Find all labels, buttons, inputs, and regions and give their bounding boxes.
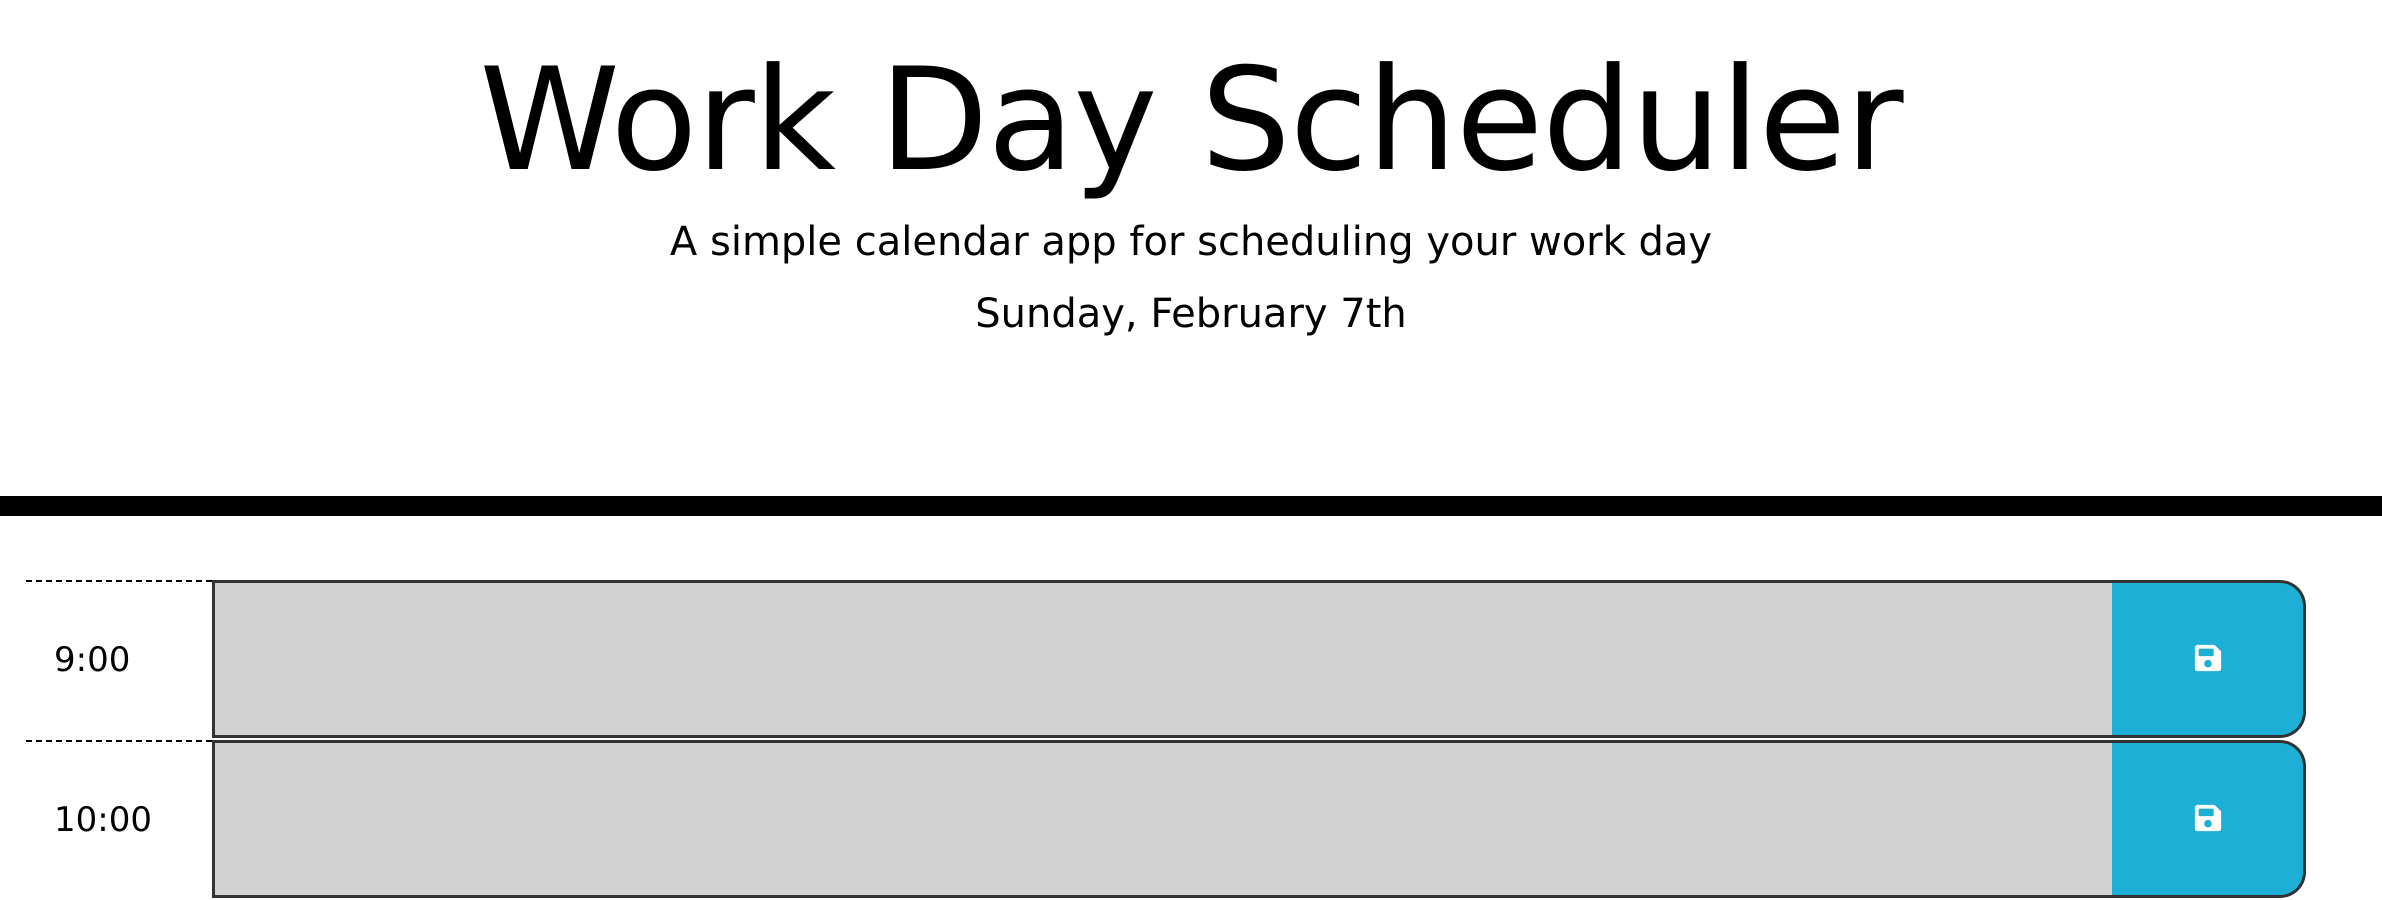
page-title: Work Day Scheduler bbox=[479, 38, 1903, 203]
save-button[interactable] bbox=[2112, 740, 2306, 898]
current-day: Sunday, February 7th bbox=[975, 291, 1407, 337]
header-jumbotron: Work Day Scheduler A simple calendar app… bbox=[0, 0, 2382, 516]
event-description-input[interactable] bbox=[212, 740, 2138, 898]
save-button[interactable] bbox=[2112, 580, 2306, 738]
floppy-disk-icon bbox=[2193, 803, 2223, 836]
hour-label: 10:00 bbox=[26, 740, 212, 898]
page-subtitle: A simple calendar app for scheduling you… bbox=[669, 219, 1713, 265]
floppy-disk-icon bbox=[2193, 643, 2223, 676]
event-description-input[interactable] bbox=[212, 580, 2138, 738]
time-block-10: 10:00 bbox=[26, 740, 2306, 900]
hour-label: 9:00 bbox=[26, 580, 212, 738]
schedule-container: 9:00 10:00 bbox=[26, 580, 2306, 900]
time-block-9: 9:00 bbox=[26, 580, 2306, 740]
